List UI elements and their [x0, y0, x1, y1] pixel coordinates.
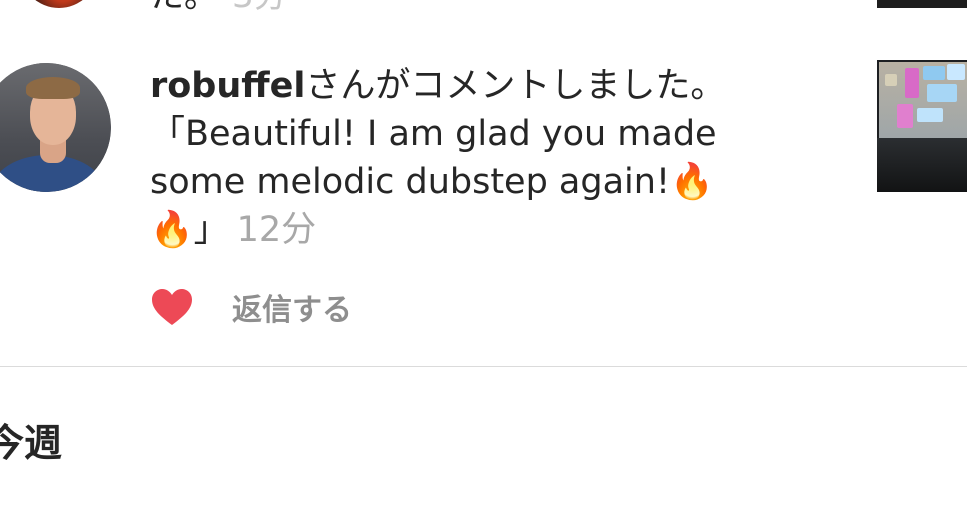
heart-icon[interactable] [150, 287, 194, 327]
notification-actions: 返信する [150, 284, 352, 330]
quote-close: 」 [193, 210, 229, 250]
notification-action-text: さんがコメントしました。 [305, 66, 726, 106]
fire-emoji-icon: 🔥 [669, 162, 714, 202]
comment-notification-text: robuffelさんがコメントしました。 「Beautiful! I am gl… [150, 62, 840, 254]
thumbnail-dark-area [877, 138, 967, 192]
notification-headline: robuffelさんがコメントしました。 [150, 62, 840, 110]
user-avatar[interactable] [0, 63, 111, 192]
comment-body-line-1: 「Beautiful! I am glad you made [150, 110, 840, 158]
previous-notification-text: た。 3分 [150, 0, 288, 16]
section-divider [0, 366, 967, 367]
previous-post-thumbnail[interactable] [877, 0, 967, 8]
avatar-photo [0, 63, 111, 192]
comment-text-line-1: Beautiful! I am glad you made [185, 114, 717, 154]
section-title-this-week: 今週 [0, 421, 63, 465]
post-thumbnail[interactable] [877, 60, 967, 192]
comment-body-line-2: some melodic dubstep again!🔥 [150, 158, 840, 206]
previous-notification-fragment: た。 [150, 0, 218, 16]
quote-open: 「 [150, 114, 186, 154]
fire-emoji-icon: 🔥 [150, 210, 194, 250]
reply-button[interactable]: 返信する [232, 285, 352, 329]
previous-user-avatar[interactable] [20, 0, 98, 8]
comment-body-line-3: 🔥」 12分 [150, 206, 840, 254]
username-link[interactable]: robuffel [150, 66, 305, 106]
previous-notification-time: 3分 [232, 0, 288, 16]
comment-text-line-2: some melodic dubstep again! [150, 162, 670, 202]
notification-timestamp: 12分 [236, 210, 317, 250]
